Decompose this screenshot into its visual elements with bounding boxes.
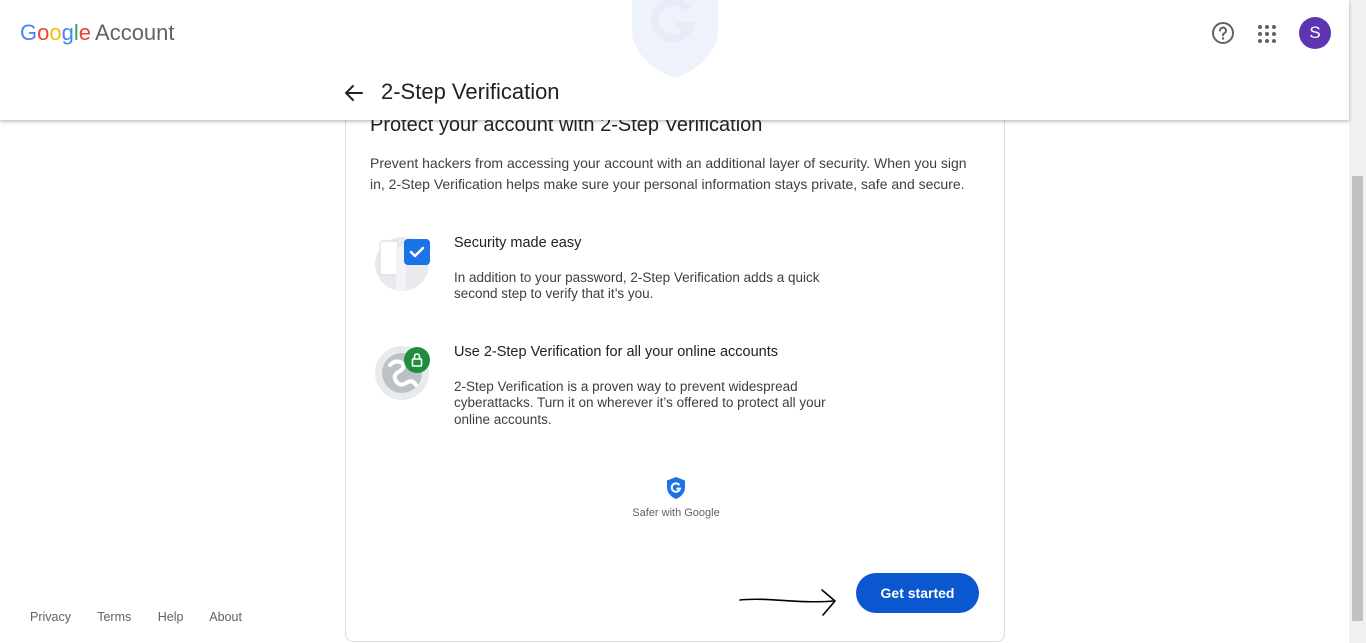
feature-description: In addition to your password, 2-Step Ver…	[454, 270, 820, 302]
footer-link-terms[interactable]: Terms	[97, 610, 131, 624]
scrollbar[interactable]	[1349, 0, 1366, 643]
get-started-button[interactable]: Get started	[856, 573, 979, 613]
annotation-arrow-icon	[739, 589, 836, 616]
scrollbar-thumb[interactable]	[1352, 176, 1363, 621]
intro-text: Prevent hackers from accessing your acco…	[370, 155, 967, 192]
page: Protect your account with 2-Step Verific…	[0, 0, 1366, 643]
help-circle-icon[interactable]	[1210, 20, 1236, 46]
logo-letter: g	[61, 20, 74, 45]
feature-title: Security made easy	[454, 235, 582, 251]
google-shield-icon	[667, 477, 685, 499]
page-title: 2-Step Verification	[381, 79, 560, 104]
apps-grid-icon[interactable]	[1255, 22, 1279, 46]
app-header: Google Account S 2-Step Verification	[0, 0, 1349, 120]
logo-letter: o	[49, 20, 62, 45]
logo-letter: e	[78, 20, 92, 45]
two-step-intro-card: Protect your account with 2-Step Verific…	[345, 60, 1005, 642]
footer-link-help[interactable]: Help	[158, 610, 184, 624]
google-account-logo[interactable]: Google Account	[20, 20, 175, 46]
safer-with-google-text: Safer with Google	[632, 507, 720, 519]
avatar[interactable]: S	[1299, 17, 1331, 49]
feature-description: 2-Step Verification is a proven way to p…	[454, 379, 826, 427]
feature-title: Use 2-Step Verification for all your onl…	[454, 344, 779, 360]
footer-link-about[interactable]: About	[209, 610, 242, 624]
logo-letter: G	[20, 20, 38, 45]
shield-watermark-icon	[632, 0, 718, 78]
arrow-back-icon[interactable]	[342, 81, 366, 105]
globe-lock-icon	[374, 343, 432, 401]
logo-letter: o	[37, 20, 50, 45]
safer-with-google-badge: Safer with Google	[628, 476, 724, 519]
footer-link-privacy[interactable]: Privacy	[30, 610, 71, 624]
phone-checkmark-icon	[374, 233, 432, 291]
logo-account-text: Account	[95, 20, 175, 45]
footer: Privacy Terms Help About	[30, 610, 265, 624]
